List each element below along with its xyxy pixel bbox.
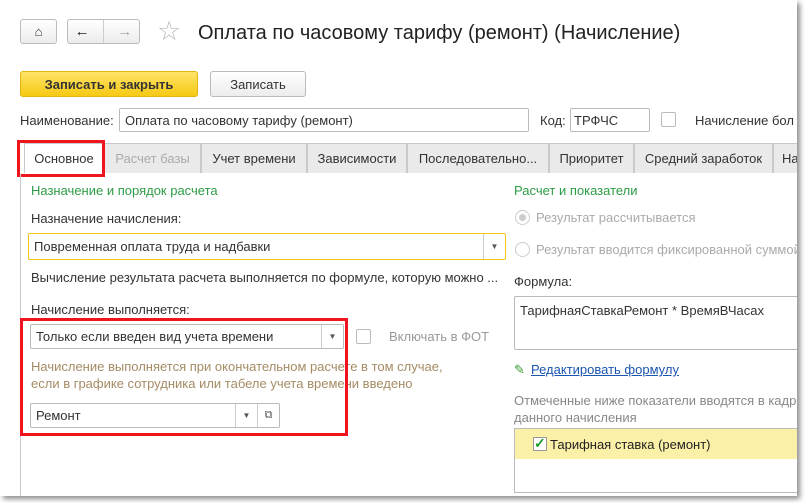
code-input[interactable]: ТРФЧС xyxy=(570,108,650,132)
save-and-close-button[interactable]: Записать и закрыть xyxy=(20,71,198,97)
pencil-icon: ✎ xyxy=(514,362,525,377)
formula-value: ТарифнаяСтавкаРемонт * ВремяВЧасах xyxy=(520,303,764,318)
section-heading-purpose: Назначение и порядок расчета xyxy=(31,183,218,198)
highlight-tab xyxy=(17,140,105,177)
checkbox-checked-icon[interactable]: ✓ xyxy=(533,436,547,451)
name-input[interactable]: Оплата по часовому тарифу (ремонт) xyxy=(119,108,529,132)
formula-textarea[interactable]: ТарифнаяСтавкаРемонт * ВремяВЧасах xyxy=(514,296,797,350)
tab-base-calc[interactable]: Расчет базы xyxy=(104,143,201,173)
radio-fixed[interactable] xyxy=(515,242,530,257)
purpose-value: Повременная оплата труда и надбавки xyxy=(34,239,271,254)
code-label: Код: xyxy=(540,113,566,128)
tab-label: Приоритет xyxy=(559,151,624,166)
formula-label: Формула: xyxy=(514,274,573,289)
tab-sequence[interactable]: Последовательно... xyxy=(407,143,549,173)
forward-arrow-icon[interactable]: → xyxy=(117,23,132,40)
save-button[interactable]: Записать xyxy=(210,71,306,97)
nav-buttons: ← → xyxy=(67,19,140,44)
edit-formula-link[interactable]: Редактировать формулу xyxy=(531,362,679,377)
tab-label: Зависимости xyxy=(317,151,397,166)
tab-more[interactable]: На xyxy=(773,143,797,173)
table-row[interactable]: ✓ Тарифная ставка (ремонт) xyxy=(515,429,797,459)
radio-calculated-label: Результат рассчитывается xyxy=(536,210,696,225)
back-arrow-icon[interactable]: ← xyxy=(75,23,90,40)
dropdown-arrow-icon[interactable]: ▼ xyxy=(483,234,505,259)
sick-leave-checkbox[interactable] xyxy=(661,112,676,127)
purpose-label: Назначение начисления: xyxy=(31,211,182,226)
name-label: Наименование: xyxy=(20,113,114,128)
indicators-note-line2: данного начисления xyxy=(514,410,637,425)
radio-calculated[interactable] xyxy=(515,210,530,225)
radio-fixed-label: Результат вводится фиксированной суммой xyxy=(536,242,797,257)
star-icon[interactable]: ☆ xyxy=(157,16,181,47)
indicator-label: Тарифная ставка (ремонт) xyxy=(550,436,711,452)
home-button[interactable]: ⌂ xyxy=(20,19,57,44)
indicators-table: ✓ Тарифная ставка (ремонт) xyxy=(514,428,797,493)
code-value: ТРФЧС xyxy=(574,112,619,128)
indicators-note-line1: Отмеченные ниже показатели вводятся в ка… xyxy=(514,393,797,408)
tab-label: Расчет базы xyxy=(115,151,190,166)
tab-label: Учет времени xyxy=(212,151,296,166)
page-title: Оплата по часовому тарифу (ремонт) (Начи… xyxy=(198,22,681,44)
fot-label: Включать в ФОТ xyxy=(389,329,490,344)
tab-label: Последовательно... xyxy=(418,151,538,166)
form-window: ⌂ ← → ☆ Оплата по часовому тарифу (ремон… xyxy=(0,0,797,496)
exec-label: Начисление выполняется: xyxy=(31,302,190,317)
tab-dependencies[interactable]: Зависимости xyxy=(307,143,407,173)
section-heading-calc: Расчет и показатели xyxy=(514,183,638,198)
sick-leave-label: Начисление бол xyxy=(695,113,794,128)
tab-average-earnings[interactable]: Средний заработок xyxy=(634,143,773,173)
tab-priority[interactable]: Приоритет xyxy=(549,143,634,173)
name-value: Оплата по часовому тарифу (ремонт) xyxy=(125,112,353,128)
tab-label: Средний заработок xyxy=(644,151,763,166)
formula-note: Вычисление результата расчета выполняетс… xyxy=(31,270,499,285)
tab-label: На xyxy=(782,151,797,166)
fot-checkbox[interactable] xyxy=(356,329,371,344)
purpose-select[interactable]: Повременная оплата труда и надбавки ▼ xyxy=(28,233,506,260)
highlight-exec xyxy=(20,318,348,436)
home-icon: ⌂ xyxy=(34,24,43,39)
tab-time-accounting[interactable]: Учет времени xyxy=(201,143,307,173)
